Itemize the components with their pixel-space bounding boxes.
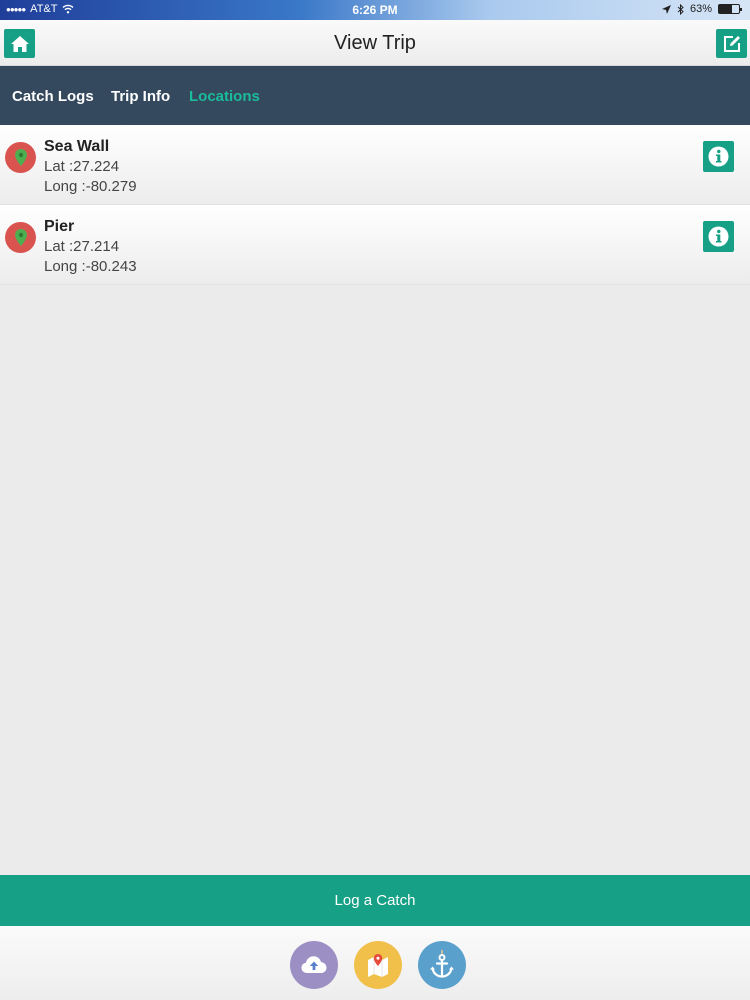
location-name: Sea Wall: [44, 138, 110, 155]
locations-list: Sea Wall Lat :27.224 Long :-80.279 Pier …: [0, 125, 750, 285]
location-long: Long :-80.243: [44, 258, 137, 275]
cloud-upload-icon: [301, 956, 327, 973]
map-pin-icon: [5, 222, 36, 253]
bluetooth-icon: [677, 3, 684, 15]
edit-icon: [723, 36, 740, 52]
cloud-upload-button[interactable]: [290, 941, 338, 989]
battery-fill: [719, 5, 732, 13]
location-name: Pier: [44, 218, 75, 235]
tab-catch-logs[interactable]: Catch Logs: [12, 88, 94, 105]
log-catch-button[interactable]: Log a Catch: [0, 875, 750, 926]
edit-button[interactable]: [716, 29, 747, 58]
map-icon: [368, 954, 388, 977]
clock: 6:26 PM: [352, 3, 398, 17]
map-pin-icon: [5, 142, 36, 173]
anchor-icon: [430, 950, 454, 978]
battery-icon: [718, 4, 742, 14]
nav-bar: View Trip: [0, 20, 750, 66]
battery-percent: 63%: [689, 3, 712, 15]
status-bar: ●●●●● AT&T 6:26 PM 63%: [0, 0, 750, 20]
location-long: Long :-80.279: [44, 178, 137, 195]
status-right: 63%: [661, 3, 742, 15]
list-item[interactable]: Pier Lat :27.214 Long :-80.243: [0, 205, 750, 285]
location-lat: Lat :27.214: [44, 238, 120, 255]
location-lat: Lat :27.224: [44, 158, 120, 175]
location-arrow-icon: [661, 4, 671, 14]
info-icon: [708, 146, 729, 167]
tab-bar: Catch Logs Trip Info Locations: [0, 66, 750, 125]
page-title: View Trip: [334, 32, 416, 54]
info-icon: [708, 226, 729, 247]
info-button[interactable]: [703, 141, 734, 172]
anchor-button[interactable]: [418, 941, 466, 989]
tab-locations[interactable]: Locations: [189, 88, 260, 105]
tab-trip-info[interactable]: Trip Info: [111, 88, 170, 105]
map-button[interactable]: [354, 941, 402, 989]
list-item[interactable]: Sea Wall Lat :27.224 Long :-80.279: [0, 125, 750, 205]
bottom-toolbar: [0, 926, 750, 1000]
info-button[interactable]: [703, 221, 734, 252]
